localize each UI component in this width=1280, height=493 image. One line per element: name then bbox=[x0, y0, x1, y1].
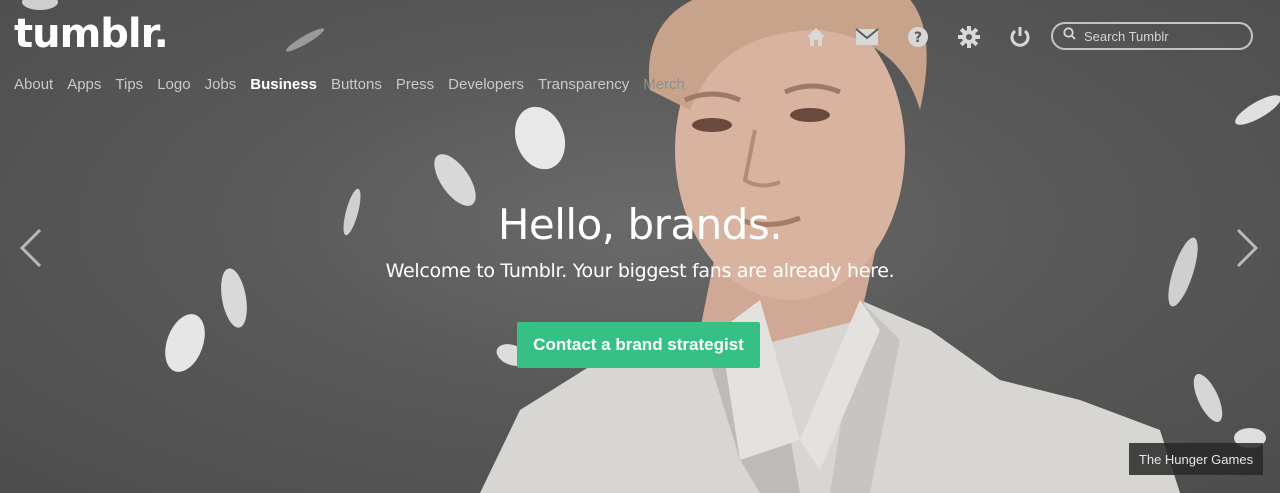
nav-item-logo[interactable]: Logo bbox=[157, 76, 190, 93]
help-icon[interactable]: ? bbox=[905, 24, 931, 50]
nav-item-about[interactable]: About bbox=[14, 76, 53, 93]
search-box[interactable] bbox=[1051, 22, 1253, 50]
hero-banner: tumblr. About Apps Tips Logo Jobs Busine… bbox=[0, 0, 1280, 493]
nav-item-tips[interactable]: Tips bbox=[115, 76, 143, 93]
nav-item-buttons[interactable]: Buttons bbox=[331, 76, 382, 93]
search-input[interactable] bbox=[1082, 27, 1246, 45]
image-credit-badge[interactable]: The Hunger Games bbox=[1129, 443, 1263, 475]
tumblr-logo[interactable]: tumblr. bbox=[14, 14, 169, 54]
home-icon[interactable] bbox=[803, 24, 829, 50]
nav-item-apps[interactable]: Apps bbox=[67, 76, 101, 93]
contact-brand-strategist-button[interactable]: Contact a brand strategist bbox=[517, 322, 760, 368]
nav-item-merch[interactable]: Merch bbox=[643, 76, 685, 93]
mail-icon[interactable] bbox=[854, 24, 880, 50]
settings-gear-icon[interactable] bbox=[956, 24, 982, 50]
hero-headline: Hello, brands. bbox=[497, 200, 783, 249]
nav-item-transparency[interactable]: Transparency bbox=[538, 76, 629, 93]
nav-item-press[interactable]: Press bbox=[396, 76, 434, 93]
svg-text:?: ? bbox=[914, 30, 922, 46]
search-icon bbox=[1063, 27, 1076, 45]
top-nav: About Apps Tips Logo Jobs Business Butto… bbox=[14, 76, 699, 93]
nav-item-business[interactable]: Business bbox=[250, 76, 317, 93]
hero-subheadline: Welcome to Tumblr. Your biggest fans are… bbox=[385, 260, 895, 282]
nav-item-developers[interactable]: Developers bbox=[448, 76, 524, 93]
header-icons: ? bbox=[803, 24, 1058, 50]
power-icon[interactable] bbox=[1007, 24, 1033, 50]
nav-item-jobs[interactable]: Jobs bbox=[205, 76, 237, 93]
